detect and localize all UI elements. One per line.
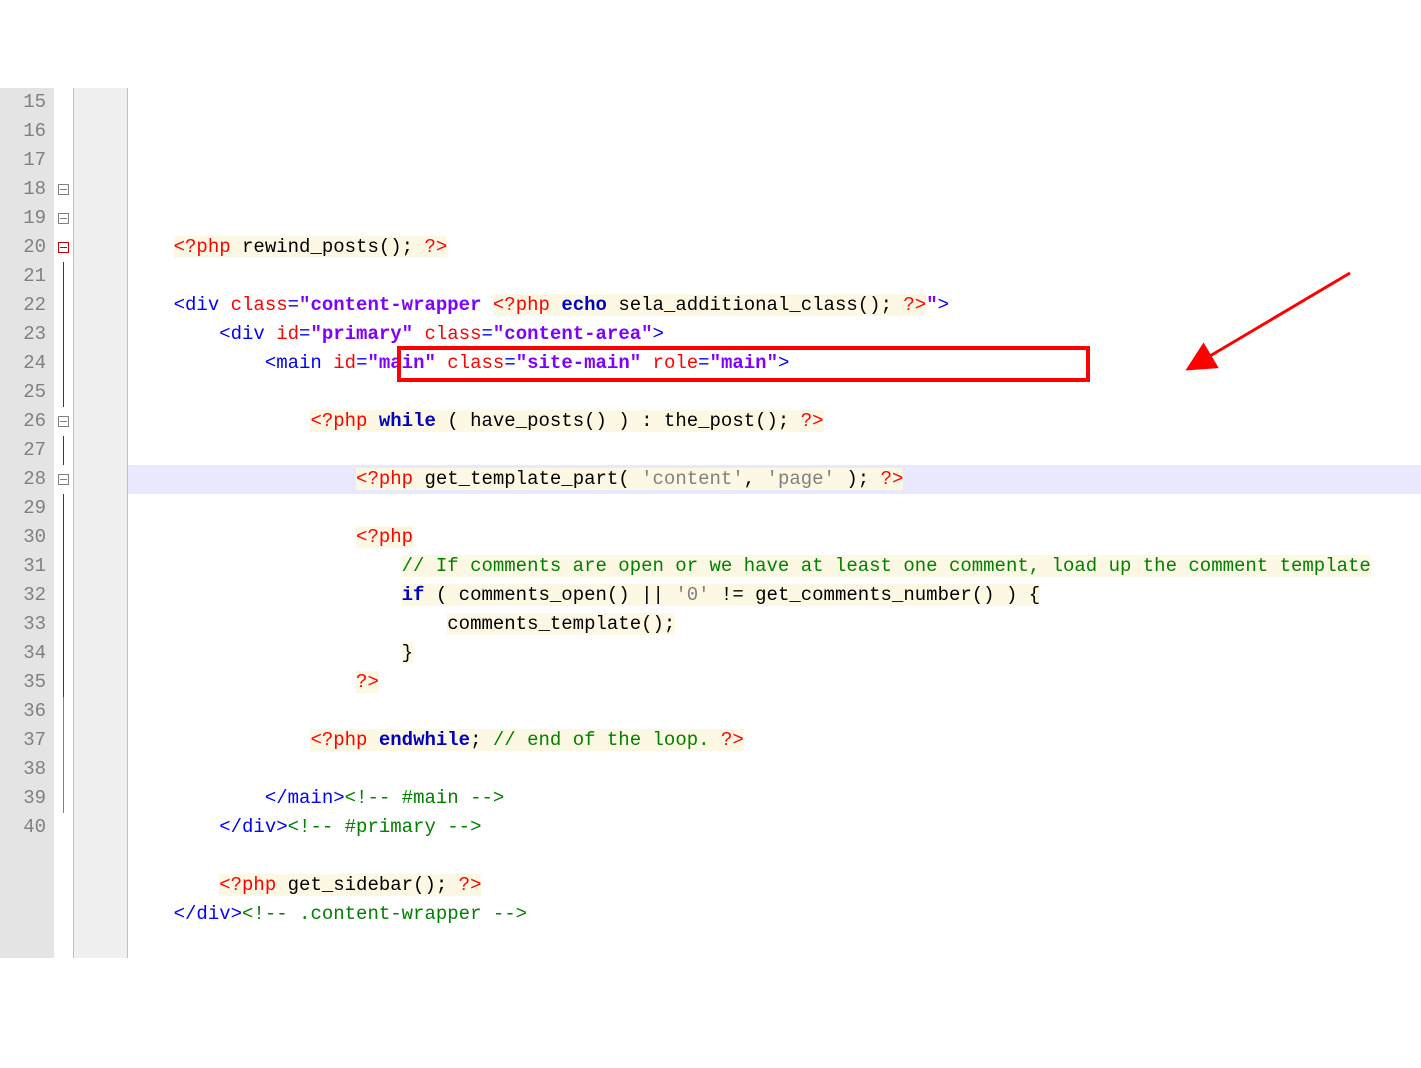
- line-number: 22: [4, 291, 46, 320]
- fold-marker: [54, 610, 73, 639]
- line-number: 17: [4, 146, 46, 175]
- fold-marker: [54, 494, 73, 523]
- line-number: 26: [4, 407, 46, 436]
- fold-marker: [54, 378, 73, 407]
- fold-marker[interactable]: [54, 407, 73, 436]
- line-number: 21: [4, 262, 46, 291]
- code-line[interactable]: <div class="content-wrapper <?php echo s…: [128, 291, 1421, 320]
- fold-marker[interactable]: [54, 175, 73, 204]
- code-line[interactable]: // If comments are open or we have at le…: [128, 552, 1421, 581]
- line-number: 37: [4, 726, 46, 755]
- fold-marker[interactable]: [54, 88, 73, 117]
- code-line[interactable]: [128, 378, 1421, 407]
- fold-marker: [54, 784, 73, 813]
- line-number: 18: [4, 175, 46, 204]
- code-line[interactable]: <?php get_sidebar(); ?>: [128, 871, 1421, 900]
- line-number: 34: [4, 639, 46, 668]
- line-number: 23: [4, 320, 46, 349]
- code-line[interactable]: }: [128, 639, 1421, 668]
- line-number: 20: [4, 233, 46, 262]
- line-number: 27: [4, 436, 46, 465]
- line-number: 36: [4, 697, 46, 726]
- fold-marker: [54, 262, 73, 291]
- line-number: 31: [4, 552, 46, 581]
- code-area[interactable]: <?php rewind_posts(); ?> <div class="con…: [128, 88, 1421, 958]
- margin-column: [74, 88, 128, 958]
- code-line[interactable]: [128, 755, 1421, 784]
- line-number: 32: [4, 581, 46, 610]
- fold-marker[interactable]: [54, 146, 73, 175]
- code-line[interactable]: <?php rewind_posts(); ?>: [128, 233, 1421, 262]
- line-number: 16: [4, 117, 46, 146]
- fold-marker: [54, 436, 73, 465]
- code-line[interactable]: </div><!-- .content-wrapper -->: [128, 900, 1421, 929]
- line-number: 30: [4, 523, 46, 552]
- code-line[interactable]: [128, 494, 1421, 523]
- code-line[interactable]: <?php while ( have_posts() ) : the_post(…: [128, 407, 1421, 436]
- line-number: 35: [4, 668, 46, 697]
- fold-marker: [54, 668, 73, 697]
- fold-marker: [54, 291, 73, 320]
- code-line[interactable]: ?>: [128, 668, 1421, 697]
- fold-marker: [54, 581, 73, 610]
- code-line[interactable]: <?php endwhile; // end of the loop. ?>: [128, 726, 1421, 755]
- line-number: 29: [4, 494, 46, 523]
- fold-marker: [54, 523, 73, 552]
- fold-marker[interactable]: [54, 117, 73, 146]
- fold-column[interactable]: [54, 88, 74, 958]
- line-number: 19: [4, 204, 46, 233]
- line-number: 40: [4, 813, 46, 842]
- code-line[interactable]: <main id="main" class="site-main" role="…: [128, 349, 1421, 378]
- code-line[interactable]: </main><!-- #main -->: [128, 784, 1421, 813]
- fold-marker[interactable]: [54, 233, 73, 262]
- fold-marker: [54, 726, 73, 755]
- fold-marker[interactable]: [54, 465, 73, 494]
- code-line[interactable]: comments_template();: [128, 610, 1421, 639]
- code-line[interactable]: <?php get_template_part( 'content', 'pag…: [128, 465, 1421, 494]
- line-number: 33: [4, 610, 46, 639]
- code-line[interactable]: [128, 204, 1421, 233]
- code-line[interactable]: if ( comments_open() || '0' != get_comme…: [128, 581, 1421, 610]
- code-editor[interactable]: 1516171819202122232425262728293031323334…: [0, 88, 1421, 958]
- fold-marker: [54, 320, 73, 349]
- fold-marker: [54, 552, 73, 581]
- fold-marker[interactable]: [54, 813, 73, 842]
- line-number: 39: [4, 784, 46, 813]
- code-line[interactable]: [128, 436, 1421, 465]
- line-number: 28: [4, 465, 46, 494]
- fold-marker: [54, 697, 73, 726]
- line-number: 24: [4, 349, 46, 378]
- code-line[interactable]: [128, 697, 1421, 726]
- fold-marker: [54, 349, 73, 378]
- code-line[interactable]: [128, 842, 1421, 871]
- fold-marker: [54, 755, 73, 784]
- line-number: 38: [4, 755, 46, 784]
- code-line[interactable]: <?php: [128, 523, 1421, 552]
- code-line[interactable]: [128, 929, 1421, 958]
- code-line[interactable]: </div><!-- #primary -->: [128, 813, 1421, 842]
- line-number: 25: [4, 378, 46, 407]
- code-line[interactable]: [128, 262, 1421, 291]
- fold-marker: [54, 639, 73, 668]
- line-number: 15: [4, 88, 46, 117]
- line-number-gutter: 1516171819202122232425262728293031323334…: [0, 88, 54, 958]
- code-line[interactable]: <div id="primary" class="content-area">: [128, 320, 1421, 349]
- fold-marker[interactable]: [54, 204, 73, 233]
